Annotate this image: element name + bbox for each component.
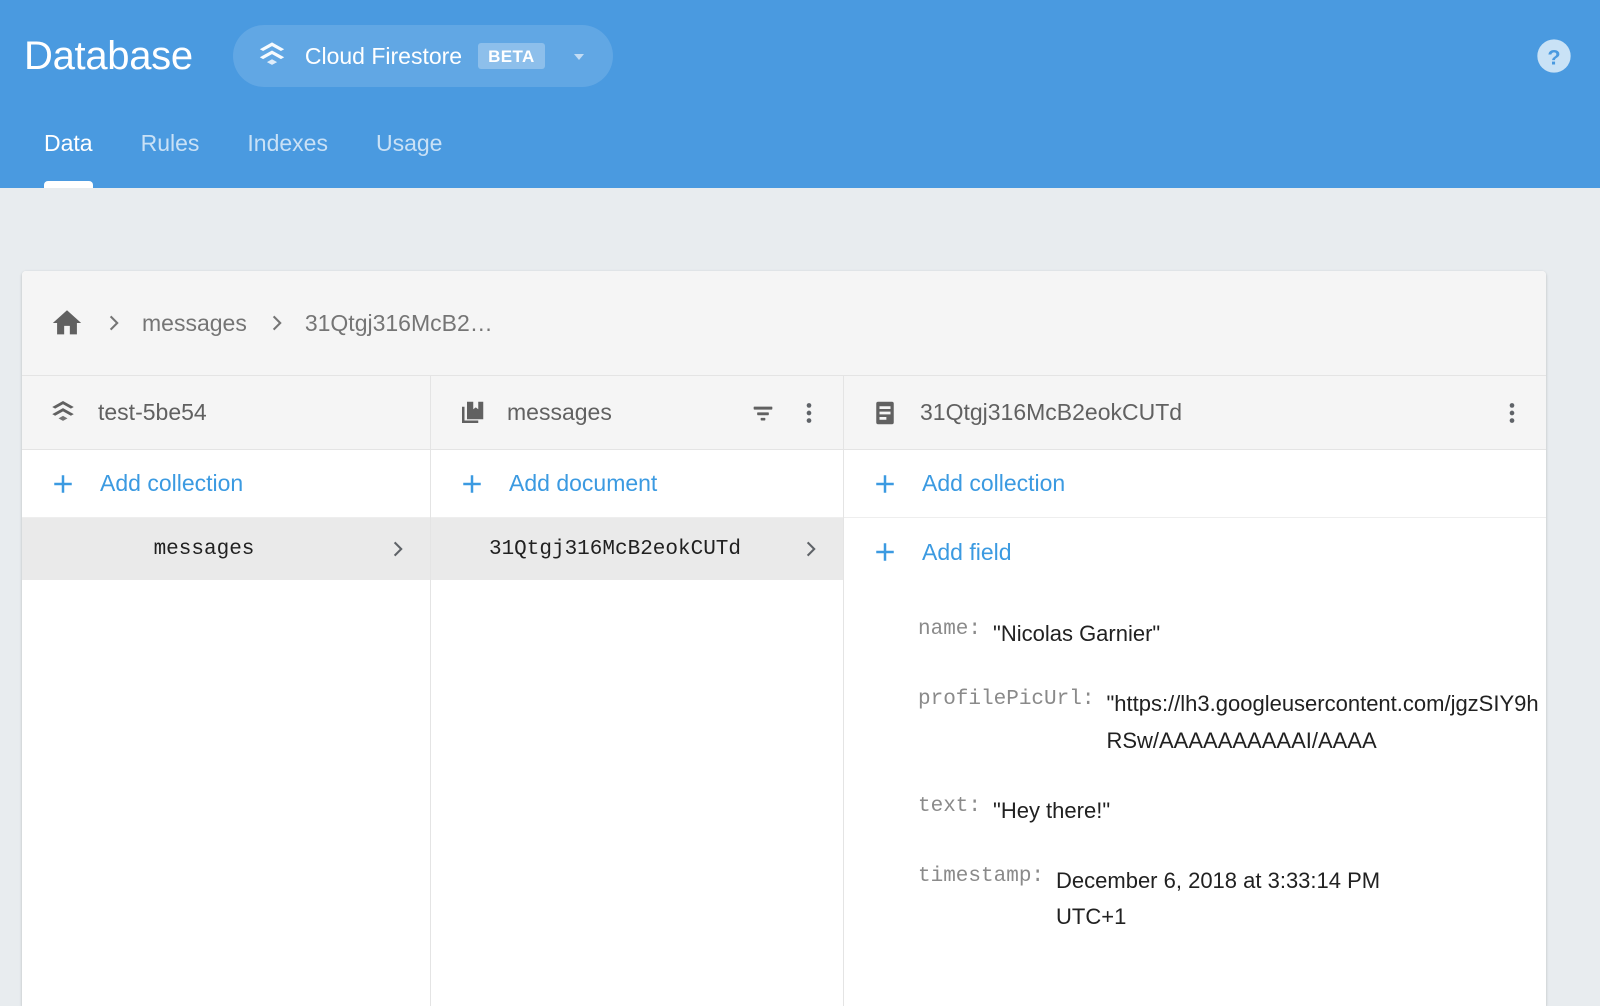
add-collection-label: Add collection [922, 470, 1065, 497]
collection-panel-header: messages [431, 376, 843, 450]
add-document-label: Add document [509, 470, 657, 497]
field-key: name: [918, 616, 981, 641]
collection-name: messages [22, 538, 386, 561]
field-value: "Hey there!" [993, 793, 1110, 829]
document-id: 31Qtgj316McB2eokCUTd [431, 538, 799, 561]
panels-container: test-5be54 Add collection messages [22, 376, 1546, 1006]
field-row[interactable]: text: "Hey there!" [844, 793, 1546, 829]
document-fields: name: "Nicolas Garnier" profilePicUrl: "… [844, 586, 1546, 936]
add-field-label: Add field [922, 539, 1012, 566]
product-name-label: Cloud Firestore [305, 43, 462, 70]
field-key: profilePicUrl: [918, 686, 1094, 711]
page-title: Database [24, 36, 193, 76]
breadcrumb-item-document[interactable]: 31Qtgj316McB2… [305, 310, 493, 337]
field-row[interactable]: name: "Nicolas Garnier" [844, 616, 1546, 652]
add-collection-label: Add collection [100, 470, 243, 497]
add-subcollection-button[interactable]: Add collection [844, 450, 1546, 518]
tab-data-label: Data [44, 130, 93, 156]
home-icon[interactable] [50, 306, 84, 340]
list-item[interactable]: 31Qtgj316McB2eokCUTd [431, 518, 843, 580]
document-panel-actions [1498, 399, 1526, 427]
collection-name: messages [507, 399, 612, 426]
document-id: 31Qtgj316McB2eokCUTd [920, 399, 1182, 426]
plus-icon [48, 469, 78, 499]
list-item[interactable]: messages [22, 518, 430, 580]
filter-list-icon[interactable] [749, 399, 777, 427]
chevron-right-icon [265, 312, 287, 334]
field-row[interactable]: profilePicUrl: "https://lh3.googleuserco… [844, 686, 1546, 759]
add-collection-button[interactable]: Add collection [22, 450, 430, 518]
more-vert-icon[interactable] [795, 399, 823, 427]
tab-indexes-label: Indexes [247, 130, 328, 156]
tab-indexes[interactable]: Indexes [223, 112, 352, 188]
document-panel: 31Qtgj316McB2eokCUTd Add collection [844, 376, 1546, 1006]
svg-text:?: ? [1547, 44, 1560, 69]
chevron-right-icon [799, 538, 821, 560]
field-value: "Nicolas Garnier" [993, 616, 1160, 652]
chevron-right-icon [102, 312, 124, 334]
breadcrumb-item-messages[interactable]: messages [142, 310, 247, 337]
collection-panel: messages [431, 376, 844, 1006]
firestore-stacked-chevron-icon [48, 398, 78, 428]
field-value: December 6, 2018 at 3:33:14 PM UTC+1 [1056, 863, 1416, 936]
chevron-down-icon[interactable] [567, 44, 591, 68]
tab-rules[interactable]: Rules [117, 112, 224, 188]
chevron-right-icon [386, 538, 408, 560]
project-name: test-5be54 [98, 399, 207, 426]
header-title-row: Database Cloud Firestore BETA [0, 0, 1600, 112]
field-row[interactable]: timestamp: December 6, 2018 at 3:33:14 P… [844, 863, 1546, 936]
field-key: timestamp: [918, 863, 1044, 888]
field-value: "https://lh3.googleusercontent.com/jgzSI… [1106, 686, 1546, 759]
document-panel-header: 31Qtgj316McB2eokCUTd [844, 376, 1546, 450]
app-header: Database Cloud Firestore BETA ? Data [0, 0, 1600, 188]
plus-icon [870, 537, 900, 567]
beta-badge: BETA [478, 43, 545, 69]
tab-rules-label: Rules [141, 130, 200, 156]
add-document-button[interactable]: Add document [431, 450, 843, 518]
tab-usage[interactable]: Usage [352, 112, 466, 188]
add-field-button[interactable]: Add field [844, 518, 1546, 586]
more-vert-icon[interactable] [1498, 399, 1526, 427]
product-selector-chip[interactable]: Cloud Firestore BETA [233, 25, 613, 87]
header-tabs: Data Rules Indexes Usage [0, 112, 466, 188]
tab-data[interactable]: Data [20, 112, 117, 188]
tab-usage-label: Usage [376, 130, 442, 156]
plus-icon [870, 469, 900, 499]
field-key: text: [918, 793, 981, 818]
breadcrumb: messages 31Qtgj316McB2… [22, 271, 1546, 376]
collection-panel-actions [749, 399, 823, 427]
help-question-icon[interactable]: ? [1534, 36, 1574, 76]
project-panel: test-5be54 Add collection messages [22, 376, 431, 1006]
plus-icon [457, 469, 487, 499]
document-article-icon [870, 398, 900, 428]
project-panel-header: test-5be54 [22, 376, 430, 450]
firestore-stacked-chevron-icon [255, 39, 289, 73]
collection-books-icon [457, 398, 487, 428]
data-browser-card: messages 31Qtgj316McB2… test-5be54 [22, 271, 1546, 1006]
